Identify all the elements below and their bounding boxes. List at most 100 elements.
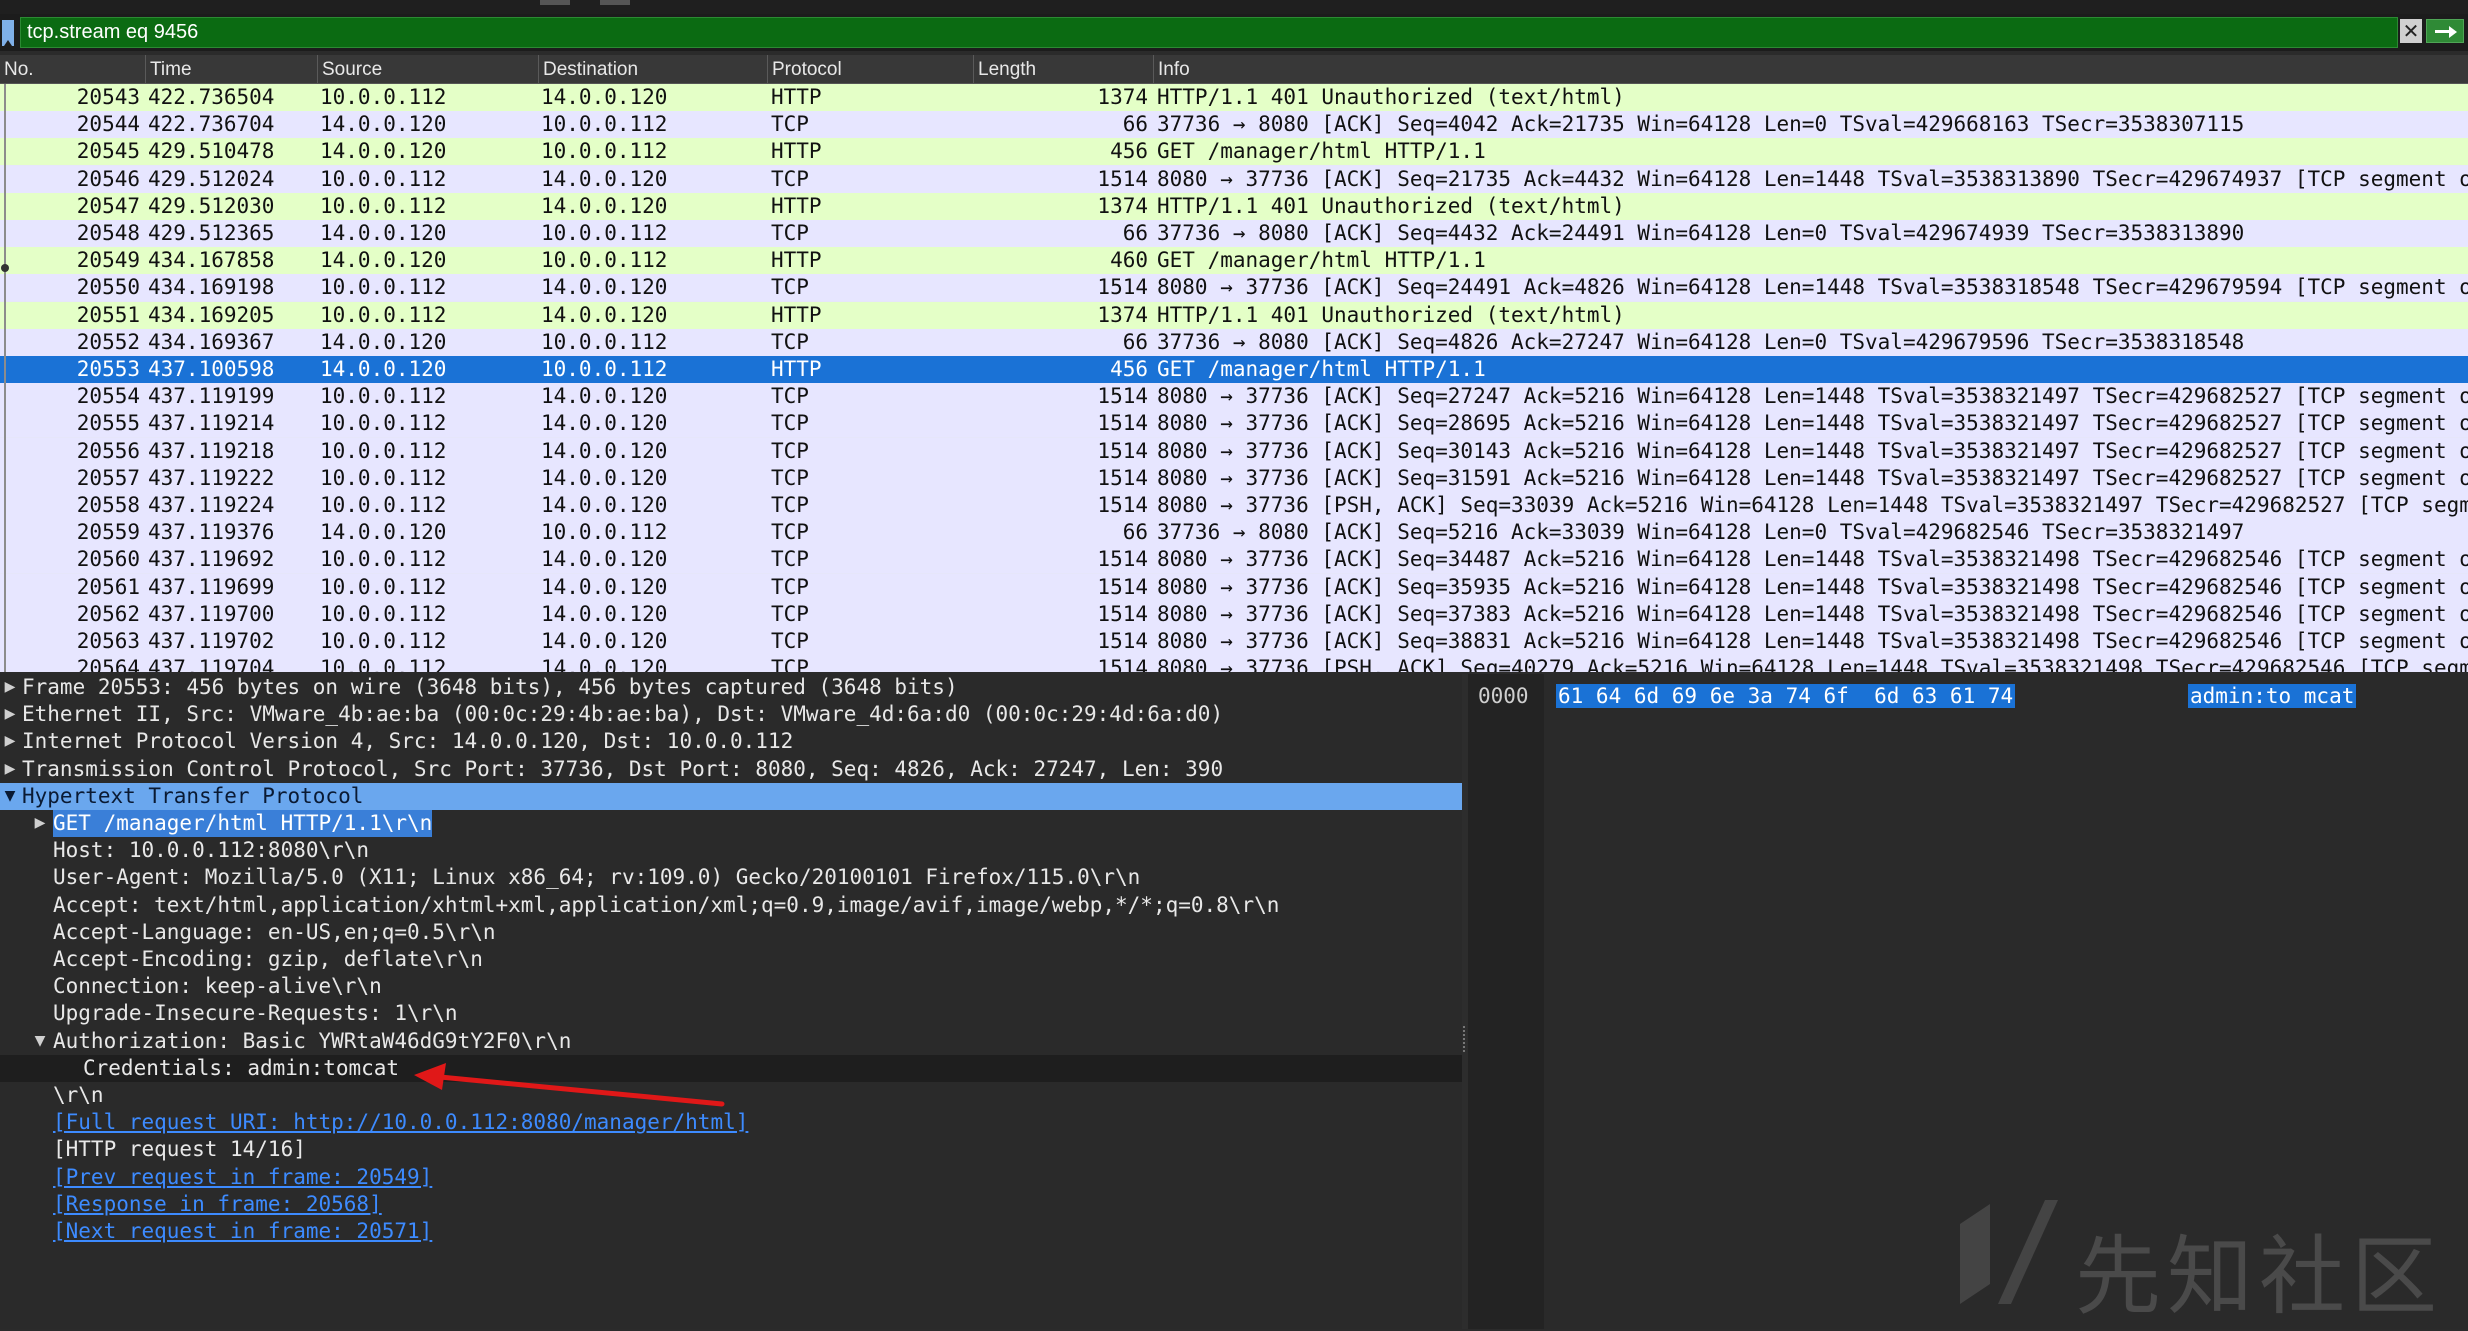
detail-row[interactable]: Accept-Language: en-US,en;q=0.5\r\n (0, 919, 1462, 946)
detail-row[interactable]: Upgrade-Insecure-Requests: 1\r\n (0, 1000, 1462, 1027)
detail-row[interactable]: [Response in frame: 20568] (0, 1191, 1462, 1218)
detail-row[interactable]: ▶ GET /manager/html HTTP/1.1\r\n (0, 810, 1462, 837)
packet-row[interactable]: 20558 437.119224 10.0.0.112 14.0.0.120 TCP 15… (0, 492, 2468, 519)
packet-row[interactable]: 20547 429.512030 10.0.0.112 14.0.0.120 HTTP 1… (0, 192, 2468, 220)
detail-row[interactable]: \r\n (0, 1082, 1462, 1109)
packet-time-cell: 429.512365 (148, 221, 275, 245)
packet-row[interactable]: 20546 429.512024 10.0.0.112 14.0.0.120 TCP 15… (0, 165, 2468, 193)
packet-len-cell: 66 (1122, 520, 1148, 545)
packet-no-cell: 20564 (76, 656, 140, 672)
detail-row[interactable]: ▶ Transmission Control Protocol, Src Port… (0, 756, 1462, 783)
packet-src-cell: 14.0.0.120 (320, 221, 447, 245)
packet-row[interactable]: 20562 437.119700 10.0.0.112 14.0.0.120 TCP 15… (0, 600, 2468, 628)
detail-row[interactable]: [Full request URI: http://10.0.0.112:808… (0, 1109, 1462, 1136)
detail-row[interactable]: Accept: text/html,application/xhtml+xml,… (0, 892, 1462, 919)
packet-info-cell: HTTP/1.1 401 Unauthorized (text/html) (1157, 193, 1625, 218)
packet-time-cell: 437.119218 (148, 438, 275, 463)
detail-row[interactable]: Host: 10.0.0.112:8080\r\n (0, 837, 1462, 864)
detail-row[interactable]: [HTTP request 14/16] (0, 1136, 1462, 1163)
packet-no-cell: 20546 (76, 166, 140, 191)
packet-row[interactable]: 20560 437.119692 10.0.0.112 14.0.0.120 TCP 15… (0, 546, 2468, 574)
packet-row[interactable]: 20553 437.100598 14.0.0.120 10.0.0.112 HTTP 4… (0, 356, 2468, 383)
packet-info-cell: 8080 → 37736 [ACK] Seq=30143 Ack=5216 Wi… (1157, 438, 2468, 463)
packet-src-cell: 14.0.0.120 (320, 357, 447, 381)
collapse-arrow-icon[interactable]: ▼ (30, 1028, 50, 1055)
expand-arrow-icon[interactable]: ▶ (0, 701, 20, 728)
column-header-source[interactable]: Source (318, 55, 539, 83)
packet-row[interactable]: 20551 434.169205 10.0.0.112 14.0.0.120 HTTP 1… (0, 301, 2468, 329)
watermark: 先知社区 (1950, 1190, 2450, 1327)
column-header-length[interactable]: Length (974, 55, 1154, 83)
detail-row[interactable]: ▶ Ethernet II, Src: VMware_4b:ae:ba (00:0… (0, 701, 1462, 728)
packet-row[interactable]: 20552 434.169367 14.0.0.120 10.0.0.112 TCP 66… (0, 328, 2468, 356)
packet-row[interactable]: 20550 434.169198 10.0.0.112 14.0.0.120 TCP 15… (0, 274, 2468, 302)
packet-dst-cell: 14.0.0.120 (541, 411, 668, 436)
detail-row[interactable]: ▶ Internet Protocol Version 4, Src: 14.0.… (0, 728, 1462, 755)
packet-row[interactable]: 20555 437.119214 10.0.0.112 14.0.0.120 TCP 15… (0, 410, 2468, 438)
column-header-info[interactable]: Info (1154, 55, 2468, 83)
packet-row[interactable]: 20549 434.167858 14.0.0.120 10.0.0.112 HTTP 4… (0, 247, 2468, 275)
hex-bytes-selected[interactable]: 61 64 6d 69 6e 3a 74 6f 6d 63 61 74 (1556, 684, 2016, 708)
detail-text: Upgrade-Insecure-Requests: 1\r\n (53, 1001, 458, 1026)
packet-len-cell: 1514 (1097, 438, 1148, 463)
packet-len-cell: 1514 (1097, 493, 1148, 517)
packet-row[interactable]: 20559 437.119376 14.0.0.120 10.0.0.112 TCP 66… (0, 519, 2468, 547)
packet-row[interactable]: 20563 437.119702 10.0.0.112 14.0.0.120 TCP 15… (0, 628, 2468, 655)
packet-row[interactable]: 20557 437.119222 10.0.0.112 14.0.0.120 TCP 15… (0, 464, 2468, 492)
packet-len-cell: 66 (1122, 112, 1148, 137)
packet-dst-cell: 14.0.0.120 (541, 493, 668, 517)
packet-row[interactable]: 20548 429.512365 14.0.0.120 10.0.0.112 TCP 66… (0, 220, 2468, 247)
packet-row[interactable]: 20564 437.119704 10.0.0.112 14.0.0.120 TCP 15… (0, 655, 2468, 672)
packet-proto-cell: TCP (771, 112, 809, 137)
column-header-protocol[interactable]: Protocol (768, 55, 974, 83)
detail-row[interactable]: ▼ Hypertext Transfer Protocol (0, 782, 1462, 810)
packet-row[interactable]: 20543 422.736504 10.0.0.112 14.0.0.120 HTTP 1… (0, 84, 2468, 111)
packet-proto-cell: HTTP (771, 193, 822, 218)
expand-arrow-icon[interactable]: ▶ (0, 756, 20, 783)
detail-text: Credentials: admin:tomcat (83, 1055, 400, 1080)
packet-time-cell: 429.512024 (148, 166, 275, 191)
packet-info-cell: 8080 → 37736 [ACK] Seq=34487 Ack=5216 Wi… (1157, 547, 2468, 572)
packet-no-cell: 20556 (76, 438, 140, 463)
column-header-time[interactable]: Time (146, 55, 318, 83)
packet-row[interactable]: 20561 437.119699 10.0.0.112 14.0.0.120 TCP 15… (0, 573, 2468, 601)
detail-row[interactable]: [Next request in frame: 20571] (0, 1218, 1462, 1245)
packet-no-cell: 20563 (76, 629, 140, 653)
packet-no-cell: 20544 (76, 112, 140, 137)
packet-list[interactable]: 20543 422.736504 10.0.0.112 14.0.0.120 HTTP 1… (0, 84, 2468, 672)
filter-bookmark-icon[interactable] (2, 20, 14, 46)
detail-text: GET /manager/html HTTP/1.1\r\n (53, 810, 433, 837)
expand-arrow-icon[interactable]: ▶ (0, 728, 20, 755)
apply-filter-arrow-icon[interactable] (2426, 19, 2464, 43)
packet-row[interactable]: 20544 422.736704 14.0.0.120 10.0.0.112 TCP 66… (0, 111, 2468, 139)
expand-arrow-icon[interactable]: ▶ (30, 810, 50, 837)
packet-row[interactable]: 20554 437.119199 10.0.0.112 14.0.0.120 TCP 15… (0, 383, 2468, 411)
display-filter-input[interactable]: tcp.stream eq 9456 (20, 17, 2398, 48)
packet-len-cell: 1514 (1097, 465, 1148, 490)
detail-text: Accept-Encoding: gzip, deflate\r\n (53, 947, 483, 971)
detail-row[interactable]: ▶ Frame 20553: 456 bytes on wire (3648 bi… (0, 674, 1462, 701)
clear-filter-icon[interactable]: ✕ (2400, 19, 2422, 43)
packet-src-cell: 14.0.0.120 (320, 112, 447, 137)
column-header-no[interactable]: No. (0, 55, 146, 83)
hex-ascii-selected[interactable]: admin:to mcat (2188, 684, 2357, 708)
packet-dst-cell: 14.0.0.120 (541, 85, 668, 109)
packet-no-cell: 20548 (76, 221, 140, 245)
packet-row[interactable]: 20556 437.119218 10.0.0.112 14.0.0.120 TCP 15… (0, 437, 2468, 465)
detail-row[interactable]: Connection: keep-alive\r\n (0, 973, 1462, 1000)
packet-details-pane[interactable]: ▶ Frame 20553: 456 bytes on wire (3648 bi… (0, 674, 1462, 1329)
detail-row[interactable]: ▼ Authorization: Basic YWRtaW46dG9tY2F0\r… (0, 1028, 1462, 1055)
collapse-arrow-icon[interactable]: ▼ (0, 783, 20, 810)
packet-time-cell: 437.119699 (148, 574, 275, 599)
packet-row[interactable]: 20545 429.510478 14.0.0.120 10.0.0.112 HTTP 4… (0, 138, 2468, 166)
detail-row[interactable]: Credentials: admin:tomcat (0, 1054, 1462, 1082)
detail-row[interactable]: [Prev request in frame: 20549] (0, 1164, 1462, 1191)
column-header-destination[interactable]: Destination (539, 55, 768, 83)
expand-arrow-icon[interactable]: ▶ (0, 674, 20, 701)
packet-info-cell: 8080 → 37736 [ACK] Seq=21735 Ack=4432 Wi… (1157, 166, 2468, 191)
packet-src-cell: 10.0.0.112 (320, 493, 447, 517)
packet-len-cell: 1514 (1097, 656, 1148, 672)
detail-row[interactable]: Accept-Encoding: gzip, deflate\r\n (0, 946, 1462, 973)
detail-row[interactable]: User-Agent: Mozilla/5.0 (X11; Linux x86_… (0, 864, 1462, 891)
packet-no-cell: 20561 (76, 574, 140, 599)
